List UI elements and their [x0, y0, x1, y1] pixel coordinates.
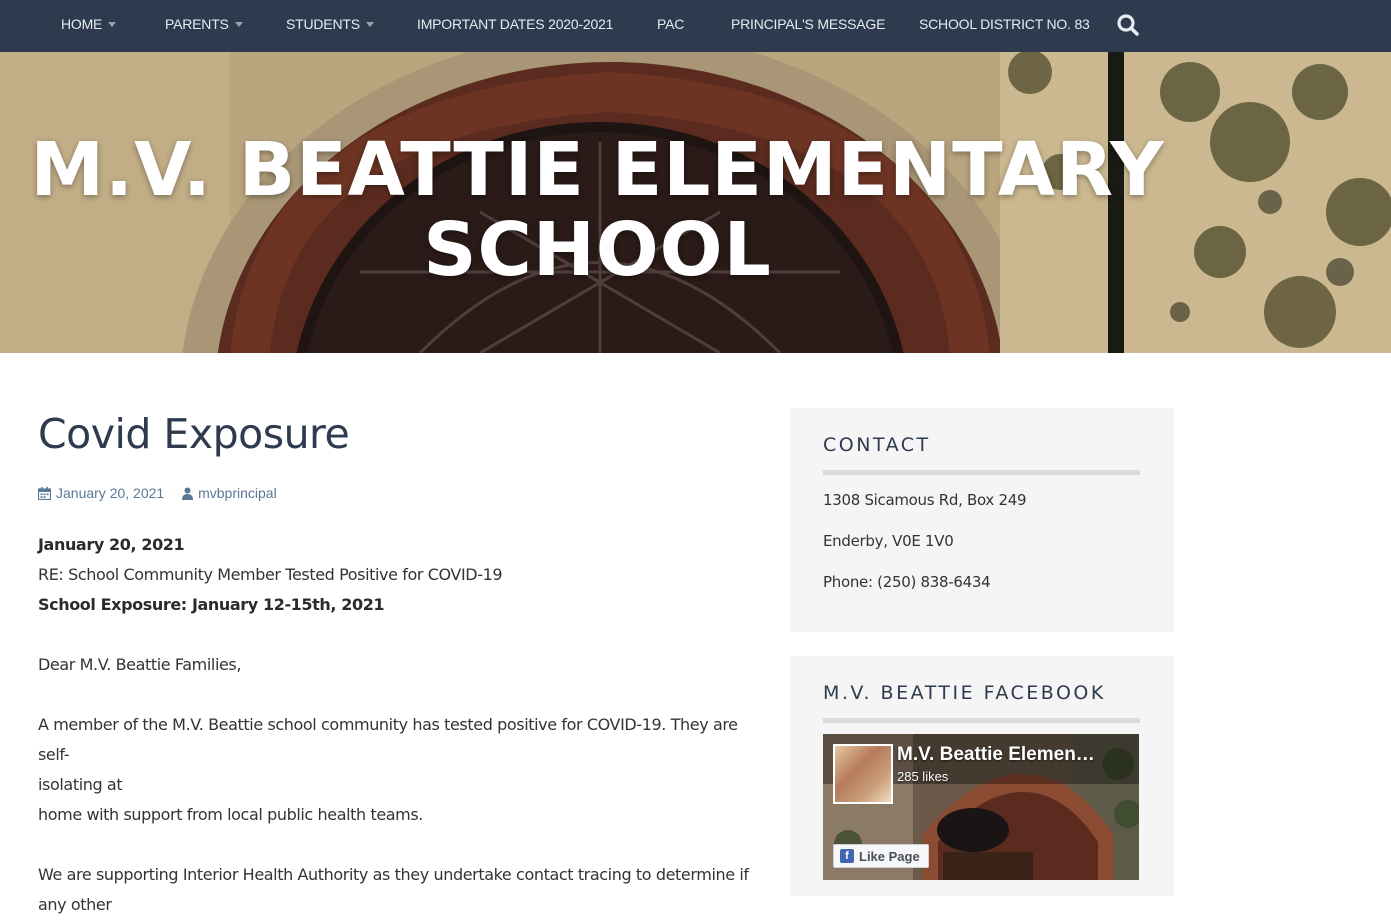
nav-item-label: STUDENTS: [286, 16, 360, 32]
post-title: Covid Exposure: [38, 410, 350, 458]
paragraph-text: isolating at: [38, 775, 123, 794]
post-date-text: January 20, 2021: [56, 485, 165, 501]
nav-item-students[interactable]: STUDENTS: [286, 0, 374, 52]
paragraph-text: We are supporting Interior Health Author…: [38, 865, 749, 884]
post-date[interactable]: January 20, 2021: [38, 485, 164, 501]
letter-date: January 20, 2021: [38, 535, 185, 554]
paragraph-text: home with support from local public heal…: [38, 805, 423, 824]
widget-title: M.V. BEATTIE FACEBOOK: [823, 682, 1106, 704]
facebook-icon: f: [840, 849, 854, 863]
contact-phone: Phone: (250) 838-6434: [823, 573, 991, 591]
nav-item-label: SCHOOL DISTRICT NO. 83: [919, 16, 1090, 32]
nav-item-principals-message[interactable]: PRINCIPAL'S MESSAGE: [731, 0, 885, 52]
chevron-down-icon: [234, 21, 243, 27]
user-icon: [182, 487, 194, 500]
contact-address: 1308 Sicamous Rd, Box 249: [823, 491, 1027, 509]
nav-item-label: PAC: [657, 16, 685, 32]
widget-divider: [823, 470, 1140, 475]
post-author-text: mvbprincipal: [198, 485, 277, 501]
facebook-page-name[interactable]: M.V. Beattie Elemen…: [897, 744, 1095, 766]
facebook-likes-count: 285 likes: [897, 769, 949, 784]
contact-city: Enderby, V0E 1V0: [823, 532, 954, 550]
nav-item-home[interactable]: HOME: [61, 0, 117, 52]
search-button[interactable]: [1115, 12, 1141, 38]
post-meta: January 20, 2021 mvbprincipal: [38, 485, 291, 503]
nav-item-important-dates[interactable]: IMPORTANT DATES 2020-2021: [417, 0, 613, 52]
widget-divider: [823, 718, 1140, 723]
facebook-widget: M.V. BEATTIE FACEBOOK M.V. Beattie Eleme…: [790, 656, 1174, 896]
widget-title: CONTACT: [823, 434, 931, 456]
nav-item-parents[interactable]: PARENTS: [165, 0, 243, 52]
site-title[interactable]: M.V. BEATTIE ELEMENTARY SCHOOL: [0, 130, 1195, 290]
top-navigation: HOME PARENTS STUDENTS IMPORTANT DATES 20…: [0, 0, 1391, 52]
facebook-like-button[interactable]: f Like Page: [833, 844, 929, 868]
post-content: January 20, 2021 RE: School Community Me…: [38, 530, 753, 920]
nav-item-label: PARENTS: [165, 16, 229, 32]
contact-widget: CONTACT 1308 Sicamous Rd, Box 249 Enderb…: [790, 408, 1174, 632]
letter-subject: RE: School Community Member Tested Posit…: [38, 565, 503, 584]
exposure-dates: School Exposure: January 12-15th, 2021: [38, 595, 385, 614]
nav-item-school-district[interactable]: SCHOOL DISTRICT NO. 83: [919, 0, 1090, 52]
search-icon: [1117, 14, 1139, 36]
facebook-profile-picture[interactable]: [833, 744, 893, 804]
hero-banner: M.V. BEATTIE ELEMENTARY SCHOOL: [0, 52, 1391, 353]
nav-item-label: HOME: [61, 16, 103, 32]
site-title-line2: SCHOOL: [423, 207, 772, 293]
paragraph-text: A member of the M.V. Beattie school comm…: [38, 715, 738, 764]
nav-item-pac[interactable]: PAC: [657, 0, 684, 52]
nav-item-label: IMPORTANT DATES 2020-2021: [417, 16, 614, 32]
post-author[interactable]: mvbprincipal: [182, 485, 277, 501]
nav-item-label: PRINCIPAL'S MESSAGE: [731, 16, 886, 32]
chevron-down-icon: [365, 21, 374, 27]
facebook-page-plugin[interactable]: M.V. Beattie Elemen… 285 likes f Like Pa…: [823, 734, 1139, 880]
chevron-down-icon: [108, 21, 117, 27]
letter-greeting: Dear M.V. Beattie Families,: [38, 655, 242, 674]
site-title-line1: M.V. BEATTIE ELEMENTARY: [30, 127, 1165, 213]
facebook-like-label: Like Page: [859, 848, 920, 864]
calendar-icon: [38, 486, 51, 500]
paragraph-text: any other: [38, 895, 112, 914]
